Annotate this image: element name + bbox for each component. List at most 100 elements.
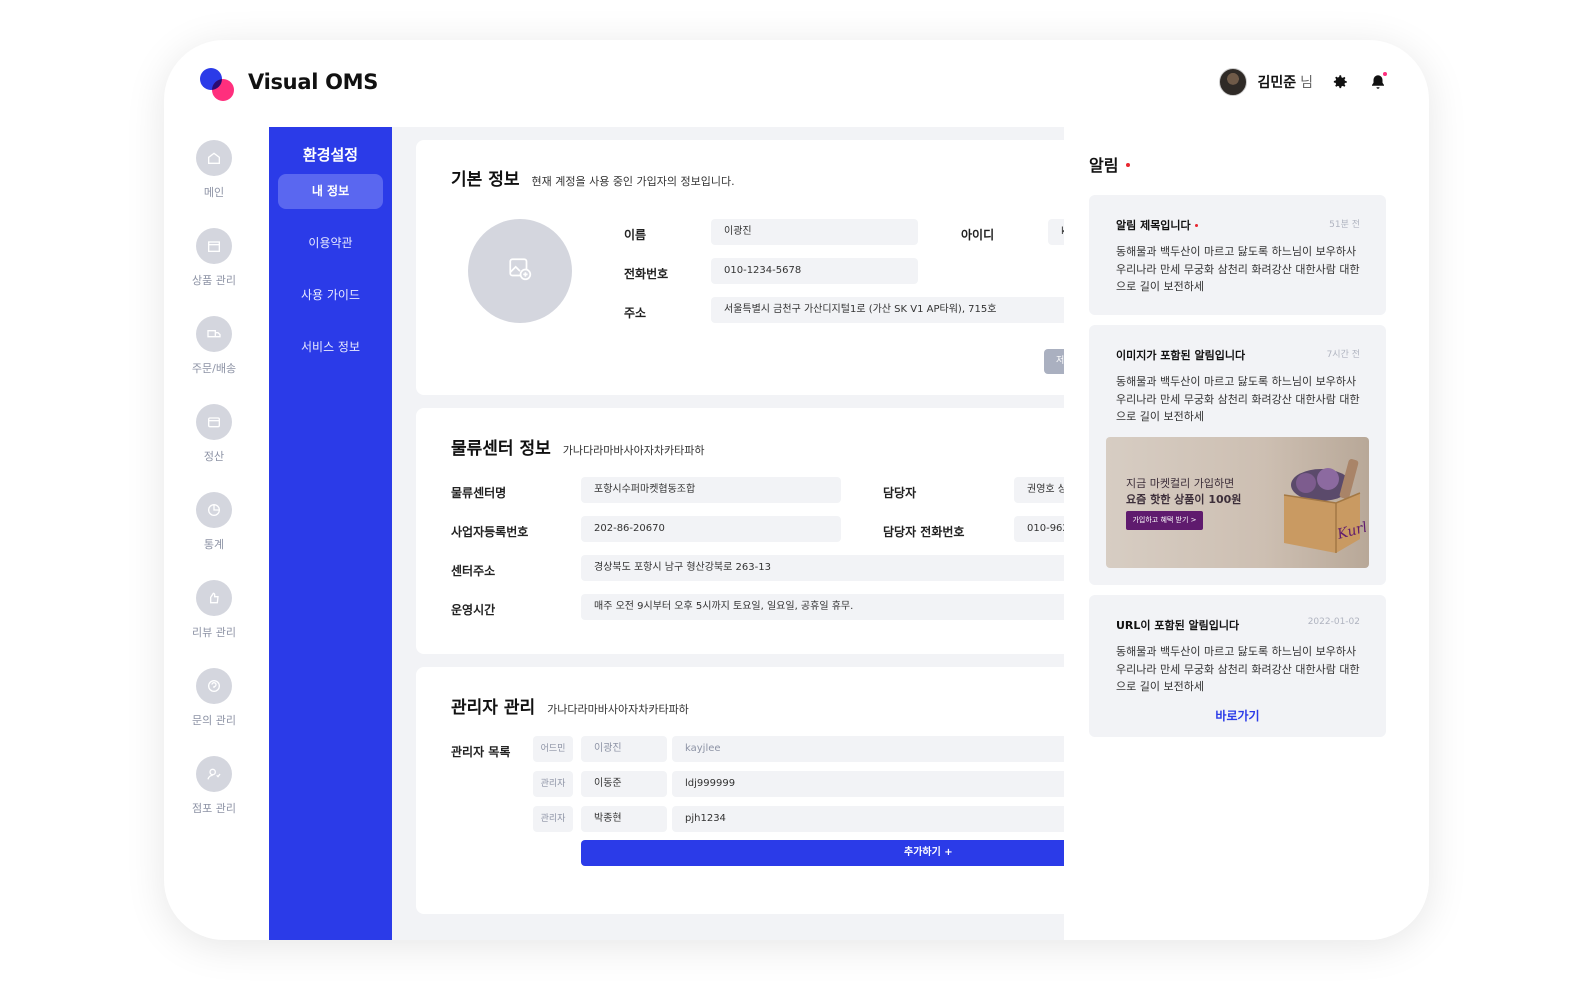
- notification-panel: 알림 알림 제목입니다 51분 전 동해물과 백두산이 마르고 닳도록 하느님이…: [1064, 127, 1429, 940]
- logo[interactable]: [200, 68, 236, 104]
- notification-item[interactable]: URL이 포함된 알림입니다 2022-01-02 동해물과 백두산이 마르고 …: [1089, 595, 1386, 737]
- address-field[interactable]: 서울특별시 금천구 가산디지털1로 (가산 SK V1 AP타워), 715호: [711, 297, 1072, 323]
- admin-role-badge: 어드민: [533, 736, 573, 762]
- manager-phone-label: 담당자 전화번호: [883, 525, 965, 539]
- name-label: 이름: [624, 228, 647, 242]
- notification-item-title: 알림 제목입니다: [1116, 217, 1198, 233]
- section-title: 물류센터 정보: [451, 439, 551, 459]
- section-title: 관리자 관리: [451, 698, 536, 718]
- user-area: 김민준 님: [1219, 68, 1389, 96]
- notification-item-title: URL이 포함된 알림입니다: [1116, 619, 1240, 632]
- box-icon: [196, 228, 232, 264]
- section-subtitle: 가나다라마바사아자차카타파하: [547, 703, 689, 716]
- gear-icon[interactable]: [1329, 71, 1351, 93]
- admin-id-field[interactable]: ldj999999: [672, 771, 1072, 797]
- notification-item[interactable]: 알림 제목입니다 51분 전 동해물과 백두산이 마르고 닳도록 하느님이 보우…: [1089, 195, 1386, 315]
- phone-label: 전화번호: [624, 267, 669, 281]
- banner-headline: 요즘 핫한 상품이 100원: [1126, 493, 1242, 506]
- bell-badge: [1383, 72, 1387, 76]
- review-icon: [196, 580, 232, 616]
- center-name-label: 물류센터명: [451, 486, 507, 500]
- settings-sidebar: 환경설정 내 정보 이용약관 사용 가이드 서비스 정보: [269, 127, 392, 940]
- nav-label: 점포 관리: [192, 802, 236, 815]
- admin-name-field[interactable]: 이동준: [581, 771, 667, 797]
- nav-item-orders[interactable]: 주문/배송: [184, 316, 244, 404]
- bell-icon[interactable]: [1367, 71, 1389, 93]
- notification-title: 알림: [1089, 152, 1131, 176]
- logistics-card: 물류센터 정보 가나다라마바사아자차카타파하 물류센터명 포항시수퍼마켓협동조합 …: [416, 408, 1072, 654]
- nav-item-products[interactable]: 상품 관리: [184, 228, 244, 316]
- nav-label: 리뷰 관리: [192, 626, 236, 639]
- chart-icon: [196, 492, 232, 528]
- nav-item-stores[interactable]: 점포 관리: [184, 756, 244, 844]
- center-name-field[interactable]: 포항시수퍼마켓협동조합: [581, 477, 841, 503]
- user-name-suffix: 님: [1300, 75, 1313, 91]
- banner-button[interactable]: 가입하고 혜택 받기 >: [1126, 511, 1203, 530]
- basic-info-card: 기본 정보 현재 계정을 사용 중인 가입자의 정보입니다. 이름 이광진 아이디…: [416, 140, 1072, 395]
- nav-item-settlement[interactable]: 정산: [184, 404, 244, 492]
- notification-body: 동해물과 백두산이 마르고 닳도록 하느님이 보우하사 우리나라 만세 무궁화 …: [1116, 245, 1360, 293]
- nav-item-reviews[interactable]: 리뷰 관리: [184, 580, 244, 668]
- section-subtitle: 현재 계정을 사용 중인 가입자의 정보입니다.: [531, 175, 735, 188]
- add-admin-button[interactable]: 추가하기 +: [581, 840, 1072, 866]
- nav-item-main[interactable]: 메인: [184, 140, 244, 228]
- nav-label: 주문/배송: [191, 362, 237, 375]
- settings-item-my-info[interactable]: 내 정보: [278, 174, 383, 209]
- admin-name-field[interactable]: 박종현: [581, 806, 667, 832]
- admins-card: 관리자 관리 가나다라마바사아자차카타파하 관리자 목록 어드민 이광진 kayj…: [416, 667, 1072, 914]
- biz-no-label: 사업자등록번호: [451, 525, 529, 539]
- admin-id-field[interactable]: pjh1234: [672, 806, 1072, 832]
- notification-title-text: 알림: [1089, 156, 1119, 175]
- notification-time: 7시간 전: [1326, 350, 1360, 360]
- admin-id-field: kayjlee: [672, 736, 1072, 762]
- add-photo-icon: [507, 256, 533, 286]
- settings-item-terms[interactable]: 이용약관: [278, 226, 383, 261]
- user-name[interactable]: 김민준: [1257, 72, 1296, 92]
- settings-item-service-info[interactable]: 서비스 정보: [278, 330, 383, 365]
- notification-time: 51분 전: [1329, 220, 1360, 230]
- admin-role-badge: 관리자: [533, 806, 573, 832]
- promo-banner-image[interactable]: 지금 마켓컬리 가입하면 요즘 핫한 상품이 100원 가입하고 혜택 받기 >…: [1106, 437, 1369, 568]
- section-subtitle: 가나다라마바사아자차카타파하: [562, 444, 705, 457]
- home-icon: [196, 140, 232, 176]
- nav-label: 통계: [203, 538, 225, 551]
- truck-icon: [196, 316, 232, 352]
- store-icon: [196, 756, 232, 792]
- admin-list-label: 관리자 목록: [451, 745, 511, 759]
- notification-body: 동해물과 백두산이 마르고 닳도록 하느님이 보우하사 우리나라 만세 무궁화 …: [1116, 375, 1360, 423]
- address-label: 주소: [624, 306, 647, 320]
- app-title: Visual OMS: [248, 70, 379, 94]
- notification-item-title: 이미지가 포함된 알림입니다: [1116, 349, 1246, 362]
- nav-item-inquiries[interactable]: 문의 관리: [184, 668, 244, 756]
- nav-label: 메인: [203, 186, 225, 199]
- center-address-label: 센터주소: [451, 564, 496, 578]
- goto-link[interactable]: 바로가기: [1089, 707, 1386, 724]
- settings-item-guide[interactable]: 사용 가이드: [278, 278, 383, 313]
- notification-item-title-text: 알림 제목입니다: [1116, 219, 1191, 232]
- main-nav: 메인 상품 관리 주문/배송 정산 통계 리뷰 관리 문의 관리 점포 관리: [184, 140, 244, 844]
- inquiry-icon: [196, 668, 232, 704]
- logistics-heading: 물류센터 정보 가나다라마바사아자차카타파하: [451, 434, 704, 459]
- nav-label: 정산: [203, 450, 225, 463]
- profile-photo-upload[interactable]: [468, 219, 572, 323]
- banner-text: 지금 마켓컬리 가입하면: [1126, 477, 1235, 490]
- avatar[interactable]: [1219, 68, 1248, 96]
- unread-dot: [1194, 223, 1198, 227]
- hours-field[interactable]: 매주 오전 9시부터 오후 5시까지 토요일, 일요일, 공휴일 휴무.: [581, 594, 1072, 620]
- nav-item-stats[interactable]: 통계: [184, 492, 244, 580]
- biz-no-field[interactable]: 202-86-20670: [581, 516, 841, 542]
- phone-field[interactable]: 010-1234-5678: [711, 258, 918, 284]
- name-field[interactable]: 이광진: [711, 219, 918, 245]
- manager-label: 담당자: [883, 486, 917, 500]
- app-window: Visual OMS 김민준 님 메인 상품 관리 주문/배송 정산 통계 리뷰…: [164, 40, 1429, 940]
- nav-label: 상품 관리: [192, 274, 236, 287]
- center-address-field[interactable]: 경상북도 포항시 남구 형산강북로 263-13: [581, 555, 1072, 581]
- nav-label: 문의 관리: [192, 714, 236, 727]
- logo-pink-circle: [212, 79, 234, 101]
- notification-item[interactable]: 이미지가 포함된 알림입니다 7시간 전 동해물과 백두산이 마르고 닳도록 하…: [1089, 325, 1386, 585]
- id-label: 아이디: [961, 228, 995, 242]
- unread-dot: [1126, 162, 1131, 167]
- admins-heading: 관리자 관리 가나다라마바사아자차카타파하: [451, 693, 689, 718]
- admin-role-badge: 관리자: [533, 771, 573, 797]
- basic-info-heading: 기본 정보 현재 계정을 사용 중인 가입자의 정보입니다.: [451, 165, 735, 190]
